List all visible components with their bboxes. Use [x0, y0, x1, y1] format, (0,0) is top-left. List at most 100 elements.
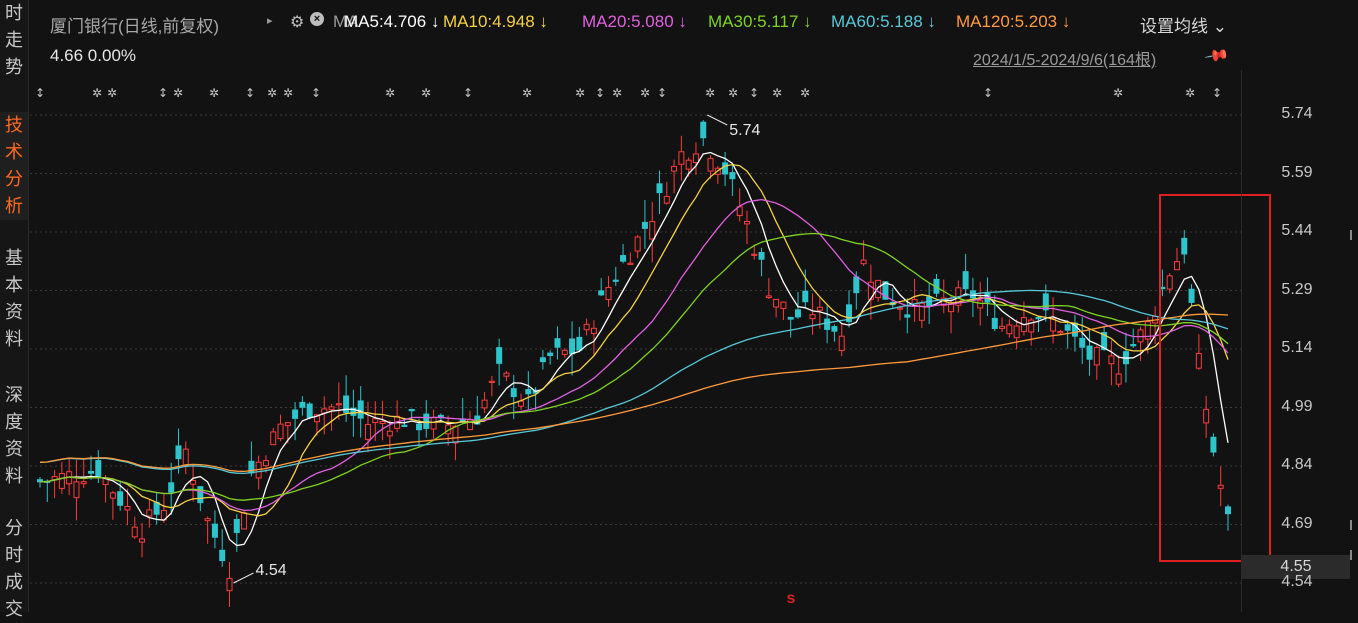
event-marker: ✲	[575, 86, 585, 100]
event-marker: ↕	[311, 86, 321, 100]
candle-body	[1057, 330, 1064, 334]
candle-body	[649, 221, 656, 240]
y-tick-label: 5.14	[1281, 339, 1313, 356]
candle-body	[139, 538, 146, 543]
candle-body	[722, 162, 729, 175]
candle-body	[1130, 344, 1137, 347]
candle-body	[88, 470, 95, 474]
candle-body	[73, 481, 80, 499]
event-marker: ↕	[657, 86, 667, 100]
candle-body	[977, 300, 984, 309]
event-marker: ✲	[728, 86, 738, 100]
event-marker: ✲	[1113, 86, 1123, 100]
candle-body	[124, 505, 131, 511]
candle-body	[700, 121, 707, 139]
y-tick-label: 5.29	[1281, 280, 1313, 298]
event-marker: ✲	[209, 86, 219, 100]
candle-body	[1093, 347, 1100, 366]
candle-body	[612, 279, 619, 282]
candle-body	[277, 423, 284, 440]
event-marker: ✲	[267, 86, 277, 100]
candle-body	[1079, 337, 1086, 348]
candle-body	[233, 518, 240, 533]
candle-body	[175, 445, 182, 460]
candle-body	[561, 349, 568, 355]
candle-body	[430, 417, 437, 430]
candle-body	[816, 306, 823, 311]
candle-body	[372, 418, 379, 424]
candle-body	[991, 317, 998, 329]
candle-body	[692, 153, 699, 164]
candlestick-chart[interactable]: ↕ ✲ ✲ ↕ ✲ ✲ ↕ ✲ ✲ ↕ ✲ ✲ ↕ ✲ ✲ ↕ ✲ ✲ ↕ ✲ ✲ ↕ ✲ ✲ ↕ ✲ ✲ ↕ 5.74 4.54 s	[0, 0, 1358, 612]
event-marker: ✲	[107, 86, 117, 100]
candle-body	[707, 158, 714, 172]
candle-body	[576, 336, 583, 351]
candle-body	[685, 159, 692, 170]
event-marker: ✲	[705, 86, 715, 100]
candle-body	[204, 518, 211, 522]
scroll-tick	[1350, 520, 1358, 530]
candle-body	[262, 460, 269, 467]
candle-body	[663, 195, 670, 204]
candle-body	[503, 372, 510, 377]
candle-body	[547, 352, 554, 356]
y-tick-label: 4.54	[1281, 573, 1313, 590]
candle-body	[729, 172, 736, 180]
event-marker: ↕	[595, 86, 605, 100]
ma-line-20	[39, 198, 1229, 512]
candle-body	[860, 259, 867, 265]
candle-body	[146, 509, 153, 517]
event-marker: ↕	[749, 86, 759, 100]
candle-body	[510, 388, 517, 398]
candle-body	[1181, 237, 1188, 255]
candle-body	[824, 318, 831, 330]
candle-body	[415, 423, 422, 431]
ma-line-30	[39, 232, 1229, 501]
candle-body	[80, 481, 87, 485]
candle-body	[897, 307, 904, 310]
candle-body	[58, 473, 65, 489]
candle-body	[496, 347, 503, 364]
candle-body	[904, 314, 911, 318]
candle-body	[1217, 484, 1224, 489]
candle-body	[1188, 288, 1195, 303]
candle-body	[1137, 329, 1144, 343]
event-marker: ↕	[1212, 86, 1222, 100]
event-marker: ✲	[1185, 86, 1195, 100]
low-pointer	[233, 572, 254, 584]
candle-body	[131, 526, 138, 538]
event-marker: ↕	[158, 86, 168, 100]
candle-body	[1203, 408, 1210, 424]
candle-body	[226, 578, 233, 592]
event-marker: ✲	[640, 86, 650, 100]
candle-body	[831, 326, 838, 332]
candle-body	[1086, 345, 1093, 360]
candle-body	[241, 512, 248, 530]
ma-line-5	[39, 151, 1229, 547]
candle-body	[634, 236, 641, 252]
candle-body	[1115, 373, 1122, 385]
candle-body	[598, 290, 605, 296]
y-tick-label: 5.59	[1281, 163, 1313, 181]
candle-body	[1225, 506, 1231, 515]
candle-body	[1064, 324, 1071, 331]
event-marker: ✲	[92, 86, 102, 100]
candle-body	[569, 338, 576, 355]
candle-body	[488, 380, 495, 383]
candle-body	[270, 431, 277, 446]
candle-body	[1028, 319, 1035, 333]
candle-body	[357, 400, 364, 419]
candle-body	[109, 492, 116, 499]
candle-body	[809, 314, 816, 320]
event-marker: ✲	[800, 86, 810, 100]
candle-body	[794, 309, 801, 318]
scroll-tick	[1350, 230, 1358, 240]
candle-body	[401, 424, 408, 427]
candle-body	[197, 486, 204, 504]
event-marker: ↕	[463, 86, 473, 100]
candle-body	[452, 425, 459, 444]
candle-body	[678, 151, 685, 165]
candle-body	[780, 301, 787, 309]
candle-body	[168, 482, 175, 493]
y-tick-label: 5.74	[1281, 105, 1313, 122]
